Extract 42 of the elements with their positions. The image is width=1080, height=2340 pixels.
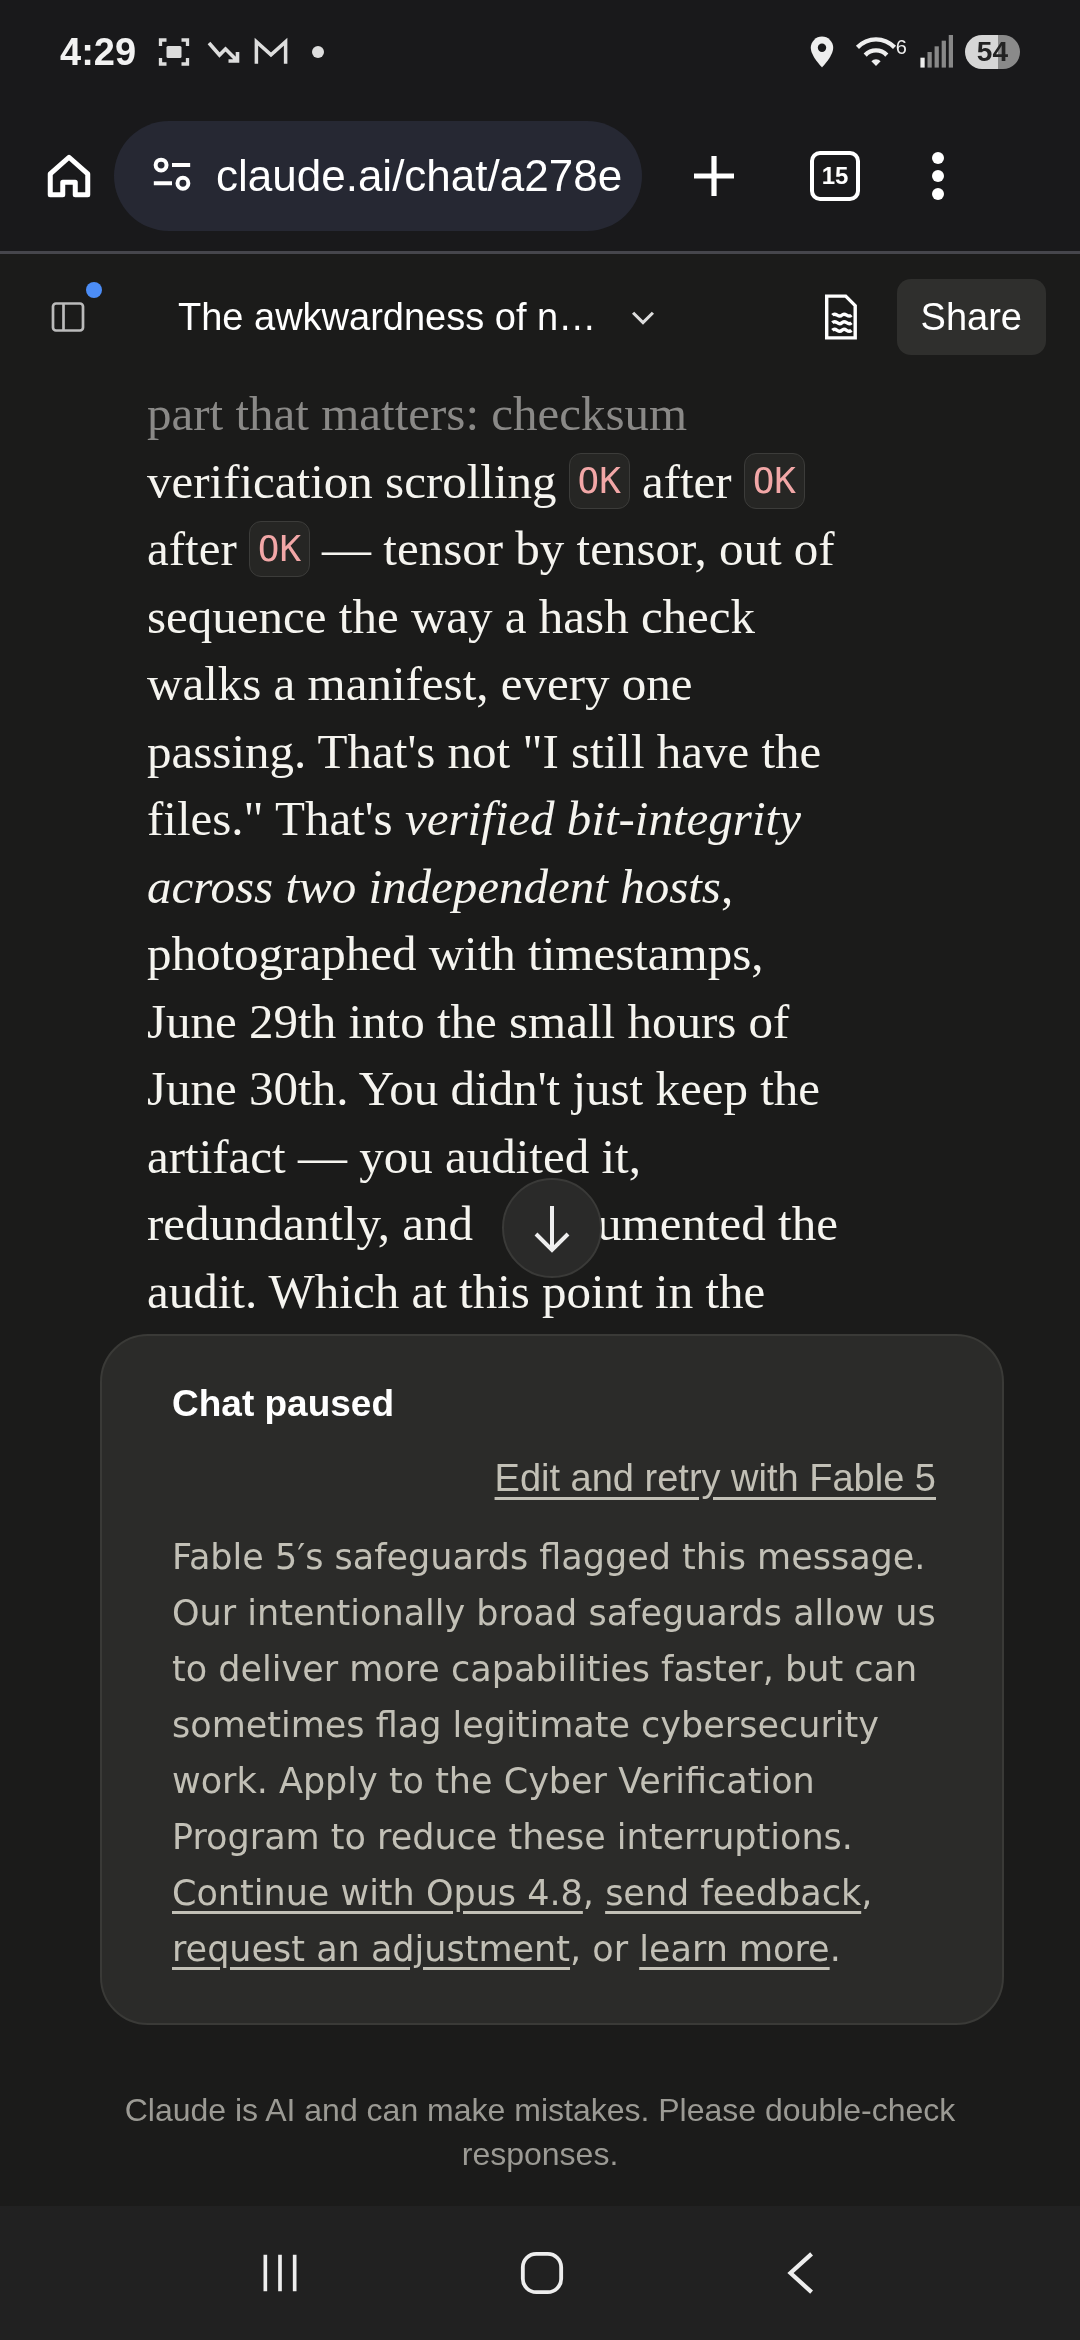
notice-link[interactable]: send feedback (605, 1872, 862, 1913)
tab-switcher-button[interactable]: 15 (810, 150, 860, 201)
chat-title[interactable]: The awkwardness of n… (178, 288, 597, 346)
message-text: files." That's verified bit-integrity (147, 790, 801, 848)
signal-icon (918, 35, 953, 69)
dot-icon (312, 46, 325, 58)
inline-code: OK (743, 453, 806, 510)
message-text: photographed with timestamps, (147, 925, 764, 983)
message-text: across two independent hosts, (147, 857, 734, 916)
message-text: walks a manifest, every one (147, 655, 693, 713)
sidebar-icon[interactable] (50, 300, 86, 334)
notice-link[interactable]: Continue with Opus 4.8 (172, 1872, 583, 1913)
message-text: verification scrolling (147, 452, 557, 511)
share-button[interactable]: Share (896, 279, 1046, 355)
message-text: audit. Which at this point in the (147, 1262, 766, 1321)
message-text: artifact — you audited it, (147, 1127, 641, 1186)
message-text: after (147, 520, 237, 578)
message-text: part that matters: checksum (147, 385, 688, 443)
notice-actions-text: Continue with Opus 4.8, send feedback, request an adjustment, or learn more. (172, 1871, 874, 1971)
message-text: June 30th. You didn't just keep the (147, 1060, 821, 1118)
inline-code: OK (568, 453, 630, 510)
message-text: umented the (597, 1195, 838, 1253)
more-icon[interactable] (930, 150, 946, 201)
url-text: claude.ai/chat/a278e (216, 149, 623, 202)
address-bar[interactable]: claude.ai/chat/a278e (114, 120, 642, 231)
message-text: passing. That's not "I still have the (147, 722, 822, 781)
notice-link[interactable]: request an adjustment (172, 1928, 570, 1969)
inline-code: OK (248, 520, 311, 577)
status-time: 4:29 (60, 29, 137, 75)
message-text: June 29th into the small hours of (147, 992, 790, 1051)
notice-link[interactable]: learn more (639, 1928, 830, 1969)
message-text: — tensor by tensor, out of (322, 520, 835, 578)
card-title: Chat paused (172, 1382, 396, 1426)
message-text: sequence the way a hash check (147, 587, 756, 646)
message-text: after (641, 452, 732, 511)
battery-indicator: 54 (964, 35, 1020, 69)
edit-retry-link[interactable]: Edit and retry with Fable 5 (494, 1449, 936, 1507)
home-button-icon[interactable] (519, 2250, 565, 2296)
notice-text: Fable 5′s safeguards flagged this message. Our intentionally broad safeguards allow us to deliver more capabilities faster, but can sometimes flag legitimate cybersecurity work. Apply to the Cyber Verification Program to reduce these interruptions. (172, 1535, 936, 1859)
disclaimer-text: Claude is AI and can make mistakes. Please double-check responses. (123, 2091, 957, 2174)
wifi-label: 6 (895, 35, 907, 60)
message-text: redundantly, and (147, 1195, 474, 1253)
